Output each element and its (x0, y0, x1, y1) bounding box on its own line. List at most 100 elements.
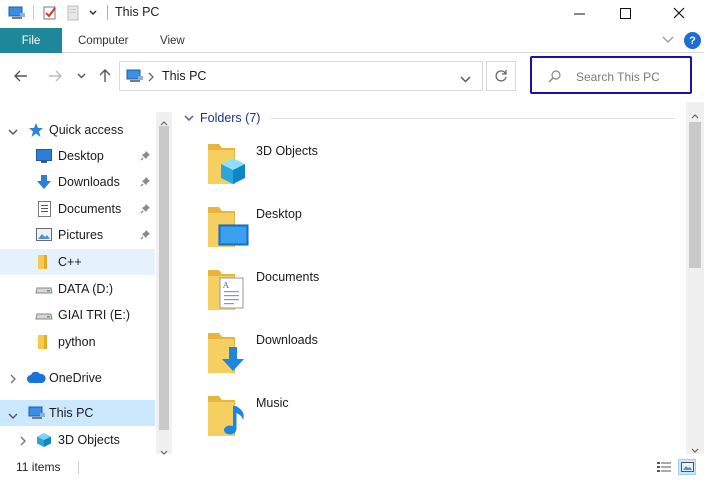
nav-item-desktop[interactable]: Desktop (0, 143, 155, 169)
folders-group-header[interactable]: Folders (7) (184, 110, 260, 126)
nav-item-giai-tri-drive[interactable]: GIAI TRI (E:) (0, 302, 155, 328)
nav-label: Pictures (58, 228, 104, 242)
tab-file[interactable]: File (0, 28, 62, 53)
nav-item-python[interactable]: python (0, 329, 155, 355)
help-button[interactable]: ? (684, 32, 701, 49)
folder-item-desktop[interactable]: Desktop (205, 203, 445, 257)
nav-item-onedrive[interactable]: OneDrive (0, 365, 155, 391)
download-arrow-icon (37, 174, 51, 193)
folder-label: Desktop (256, 207, 302, 221)
recent-locations-chevron-icon[interactable] (74, 66, 88, 86)
large-icons-view-icon (680, 462, 694, 472)
computer-icon (126, 69, 144, 87)
properties-icon[interactable] (40, 4, 60, 22)
cube-icon (36, 432, 52, 451)
navigation-pane: Quick access Desktop Downloads Documents (0, 112, 172, 454)
large-icons-view-button[interactable] (678, 459, 696, 475)
nav-item-3d-objects[interactable]: 3D Objects (0, 427, 155, 453)
address-history-chevron-icon[interactable] (460, 72, 471, 86)
nav-label: OneDrive (49, 371, 102, 385)
title-separator (107, 5, 108, 20)
star-icon (28, 122, 44, 141)
folder-item-music[interactable]: Music (205, 392, 445, 446)
up-button[interactable] (96, 66, 114, 86)
drive-icon (35, 310, 53, 324)
tab-computer[interactable]: Computer (78, 28, 129, 53)
nav-item-data-drive[interactable]: DATA (D:) (0, 276, 155, 302)
search-input[interactable]: Search This PC (576, 70, 660, 84)
group-divider (270, 118, 675, 119)
nav-item-this-pc[interactable]: This PC (0, 400, 155, 426)
expand-ribbon-chevron-icon[interactable] (662, 33, 674, 47)
breadcrumb-chevron-icon[interactable] (148, 71, 154, 85)
nav-label: GIAI TRI (E:) (58, 308, 130, 322)
nav-label: This PC (49, 406, 94, 420)
pin-icon[interactable] (140, 229, 151, 243)
refresh-button[interactable] (486, 61, 516, 91)
collapsed-chevron-icon[interactable] (10, 373, 17, 387)
content-scrollbar-thumb[interactable] (689, 122, 701, 268)
details-view-button[interactable] (655, 459, 673, 475)
new-folder-icon[interactable] (64, 4, 82, 22)
forward-button[interactable] (46, 66, 64, 86)
minimize-button[interactable] (556, 0, 602, 26)
pin-icon[interactable] (140, 150, 151, 164)
nav-label: python (58, 335, 96, 349)
refresh-icon (495, 70, 507, 82)
desktop-icon (36, 149, 52, 166)
pin-icon[interactable] (140, 176, 151, 190)
item-count: 11 items (16, 460, 61, 474)
computer-icon (28, 406, 46, 424)
nav-label: DATA (D:) (58, 282, 114, 296)
desktop-folder-icon (205, 203, 249, 254)
nav-label: 3D Objects (58, 433, 120, 447)
computer-icon[interactable] (6, 4, 28, 22)
content-scrollbar[interactable] (686, 102, 704, 454)
title-bar: This PC (0, 0, 704, 26)
expanded-chevron-icon[interactable] (8, 125, 18, 139)
cloud-icon (26, 371, 46, 387)
customize-toolbar-chevron-icon[interactable] (86, 4, 100, 22)
folder-label: 3D Objects (256, 144, 318, 158)
breadcrumb-this-pc[interactable]: This PC (162, 69, 206, 83)
details-view-icon (656, 462, 671, 472)
nav-item-cpp[interactable]: C++ (0, 249, 155, 275)
nav-item-quick-access[interactable]: Quick access (0, 117, 155, 143)
nav-item-downloads[interactable]: Downloads (0, 169, 155, 195)
close-button[interactable] (656, 0, 702, 26)
documents-folder-icon: A (205, 266, 249, 317)
music-folder-icon (205, 392, 249, 443)
collapsed-chevron-icon[interactable] (20, 435, 27, 449)
address-bar[interactable]: This PC (119, 61, 483, 91)
nav-item-pictures[interactable]: Pictures (0, 222, 155, 248)
nav-label: Downloads (58, 175, 120, 189)
nav-label: Documents (58, 202, 122, 216)
folder-item-downloads[interactable]: Downloads (205, 329, 445, 383)
maximize-button[interactable] (602, 0, 648, 26)
nav-label: Desktop (58, 149, 104, 163)
scroll-up-arrow-icon[interactable] (691, 108, 699, 122)
search-box[interactable]: Search This PC (530, 56, 692, 94)
nav-item-documents[interactable]: Documents (0, 196, 155, 222)
cube-folder-icon (205, 140, 249, 191)
group-collapse-chevron-icon[interactable] (184, 111, 194, 125)
documents-icon (38, 201, 51, 220)
folder-label: Documents (256, 270, 320, 284)
folder-label: Music (256, 396, 289, 410)
folder-icon (38, 254, 48, 273)
svg-text:A: A (222, 281, 229, 290)
nav-scrollbar-thumb[interactable] (159, 126, 169, 430)
folder-icon (38, 334, 48, 353)
scroll-down-arrow-icon[interactable] (691, 442, 699, 456)
separator (33, 5, 34, 20)
back-button[interactable] (12, 66, 30, 86)
drive-icon (35, 284, 53, 298)
folder-item-documents[interactable]: A Documents (205, 266, 445, 320)
nav-scrollbar[interactable] (156, 112, 172, 455)
tab-view[interactable]: View (160, 28, 185, 53)
expanded-chevron-icon[interactable] (8, 409, 18, 423)
folder-item-3d-objects[interactable]: 3D Objects (205, 140, 445, 194)
downloads-folder-icon (205, 329, 249, 380)
folder-label: Downloads (256, 333, 318, 347)
pin-icon[interactable] (140, 203, 151, 217)
